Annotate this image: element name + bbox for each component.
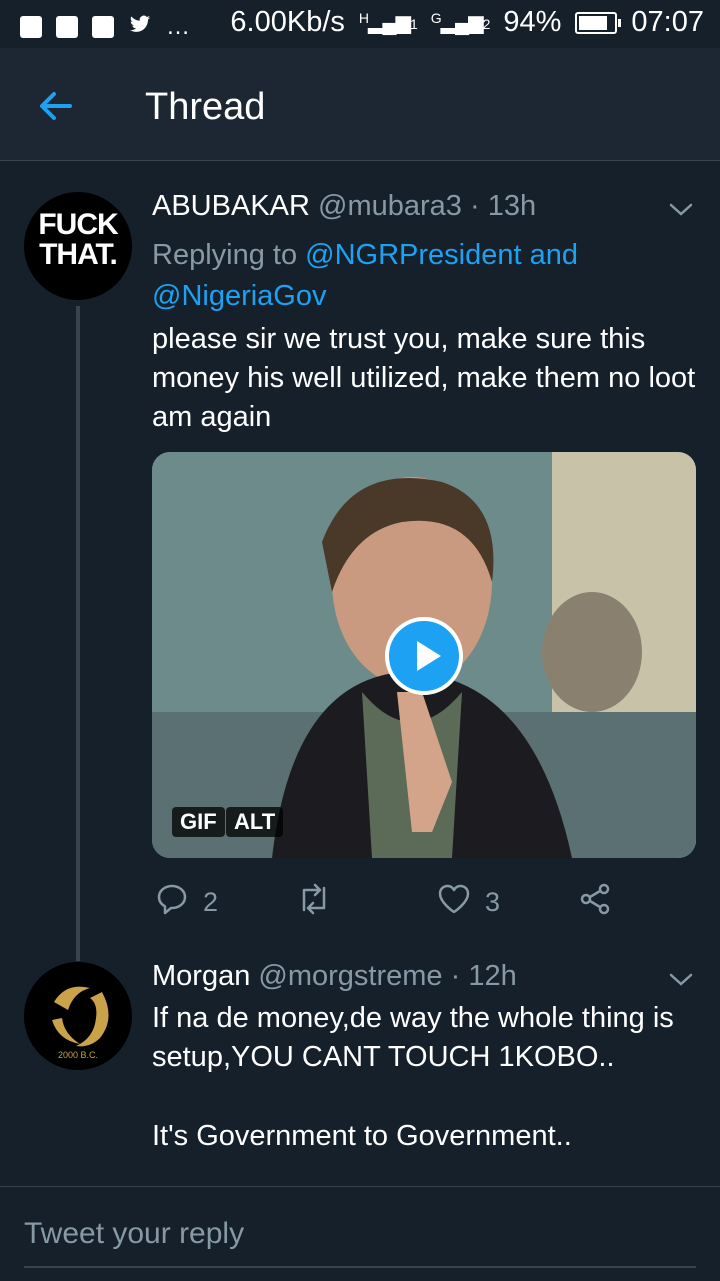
back-arrow-icon[interactable] <box>34 84 78 128</box>
retweet-icon <box>296 882 332 923</box>
reply-button[interactable]: 2 <box>155 882 218 923</box>
page-title: Thread <box>145 86 266 128</box>
battery-percent: 94% <box>503 6 562 38</box>
like-button[interactable]: 3 <box>437 882 500 923</box>
replying-prefix: Replying to <box>152 239 298 271</box>
retweet-button[interactable] <box>296 882 332 923</box>
notification-icons: … <box>20 10 191 43</box>
reply-icon <box>155 882 189 923</box>
mention-link[interactable]: @NGRPresident and <box>305 239 578 271</box>
handle[interactable]: @mubara3 <box>318 190 462 222</box>
avatar[interactable]: FUCK THAT. <box>24 192 132 300</box>
avatar[interactable]: 2000 B.C. <box>24 962 132 1070</box>
thread-connector <box>76 306 80 961</box>
separator: · <box>450 960 461 992</box>
timestamp: 12h <box>468 960 517 992</box>
share-button[interactable] <box>578 882 612 923</box>
app-header: Thread <box>0 48 720 161</box>
battery-icon <box>575 11 622 34</box>
tweet-text: It's Government to Government.. <box>152 1120 572 1152</box>
tweet-header: ABUBAKAR @mubara3 · 13h <box>152 190 536 223</box>
signal-sim2-icon: G▂▄▆2 <box>430 10 491 34</box>
tweet-text: If na de money,de way the whole thing is… <box>152 1002 674 1073</box>
system-indicators: 6.00Kb/s H▂▄▆1 G▂▄▆2 94% 07:07 <box>230 6 704 39</box>
twitter-icon <box>128 10 152 43</box>
display-name[interactable]: Morgan <box>152 960 250 992</box>
chevron-down-icon[interactable] <box>668 966 694 992</box>
mention-link[interactable]: @NigeriaGov <box>152 280 327 312</box>
separator: · <box>469 190 480 222</box>
facebook-icon <box>20 15 42 38</box>
gif-badge: GIF <box>172 807 225 837</box>
clock: 07:07 <box>631 6 704 38</box>
handle[interactable]: @morgstreme <box>258 960 442 992</box>
replying-to: Replying to @NGRPresident and @NigeriaGo… <box>152 235 578 317</box>
reply-input-underline <box>24 1266 696 1268</box>
avatar-text: 2000 B.C. <box>57 1050 99 1060</box>
alt-badge[interactable]: ALT <box>226 807 284 837</box>
timestamp: 13h <box>487 190 537 222</box>
reply-input[interactable]: Tweet your reply <box>24 1217 244 1251</box>
tweet-header: Morgan @morgstreme · 12h <box>152 960 517 993</box>
apps-icon <box>92 15 114 38</box>
play-button-icon[interactable] <box>385 617 463 695</box>
display-name[interactable]: ABUBAKAR <box>152 190 310 222</box>
share-icon <box>578 882 612 923</box>
tweet-actions: 2 3 <box>0 878 720 924</box>
status-bar: … 6.00Kb/s H▂▄▆1 G▂▄▆2 94% 07:07 <box>0 0 720 48</box>
heart-icon <box>437 882 471 923</box>
avatar-text: THAT. <box>39 238 118 271</box>
chevron-down-icon[interactable] <box>668 196 694 222</box>
network-speed: 6.00Kb/s <box>230 6 345 38</box>
tweet-text: please sir we trust you, make sure this … <box>152 323 696 433</box>
signal-sim1-icon: H▂▄▆1 <box>358 10 418 34</box>
like-count: 3 <box>485 887 501 917</box>
gallery-icon <box>56 15 78 38</box>
reply-count: 2 <box>203 887 219 917</box>
avatar-text: FUCK <box>38 208 118 241</box>
more-notifications-icon: … <box>166 12 191 40</box>
